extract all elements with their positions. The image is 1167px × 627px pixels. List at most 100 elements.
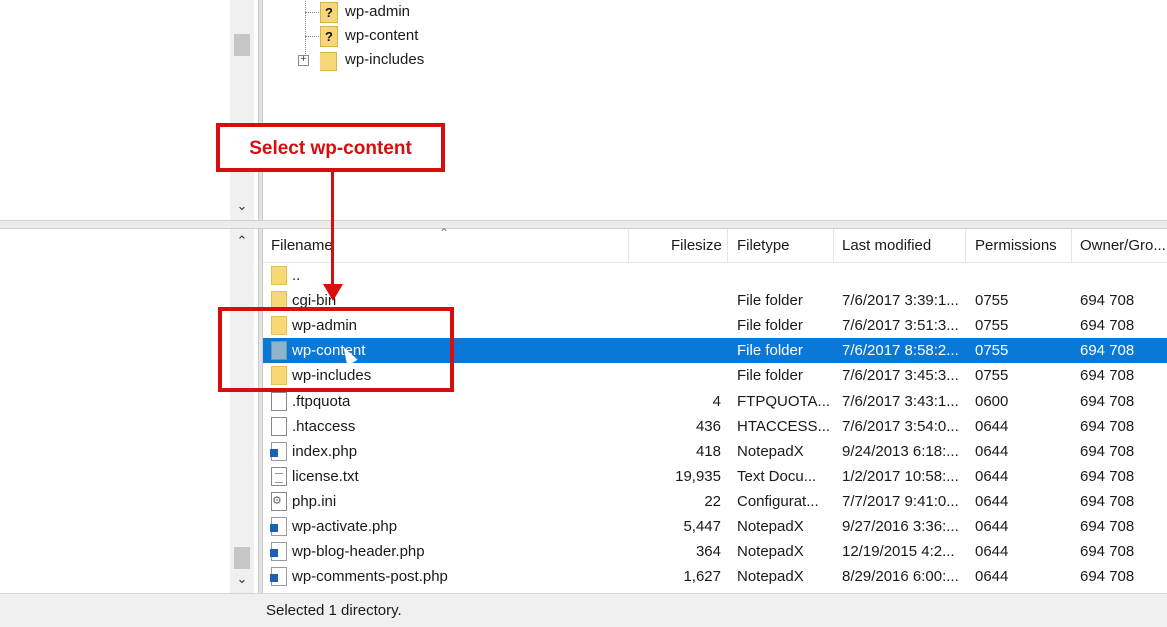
file-owner: 694 708 <box>1080 292 1135 310</box>
horizontal-splitter[interactable] <box>0 220 1167 229</box>
file-owner: 694 708 <box>1080 417 1135 435</box>
file-type: FTPQUOTA... <box>737 392 831 410</box>
scrollbar-thumb[interactable] <box>234 547 250 569</box>
tree-connector <box>305 36 319 37</box>
file-owner: 694 708 <box>1080 518 1135 535</box>
file-permissions: 0600 <box>975 392 1009 410</box>
file-icon <box>271 416 287 436</box>
file-type: NotepadX <box>737 442 804 460</box>
file-name: php.ini <box>292 492 337 510</box>
file-size: 22 <box>704 492 721 510</box>
local-file-list-pane[interactable]: ⌃ ⌄ <box>0 229 258 593</box>
scroll-down-icon[interactable]: ⌄ <box>230 571 254 587</box>
tree-item-wp-includes[interactable]: + wp-includes <box>263 36 563 72</box>
tree-connector <box>305 0 306 12</box>
tree-item-wp-content[interactable]: ? wp-content <box>263 12 563 48</box>
file-permissions: 0644 <box>975 442 1009 460</box>
annotation-highlight-box <box>218 307 454 392</box>
config-file-icon <box>271 491 287 511</box>
file-size: 418 <box>695 442 721 460</box>
unknown-folder-icon: ? <box>320 2 338 23</box>
file-row[interactable]: wp-comments-post.php 1,627 NotepadX 8/29/20… <box>263 564 1167 589</box>
file-row[interactable]: .. <box>263 263 1167 288</box>
file-type: Text Docu... <box>737 467 817 485</box>
file-permissions: 0755 <box>975 292 1009 310</box>
column-separator[interactable] <box>727 229 728 262</box>
file-owner: 694 708 <box>1080 392 1135 410</box>
file-owner: 694 708 <box>1080 492 1135 510</box>
scrollbar-thumb[interactable] <box>234 34 250 56</box>
local-tree-pane[interactable]: ⌄ <box>0 0 258 220</box>
column-filesize[interactable]: Filesize <box>671 237 722 254</box>
file-permissions: 0755 <box>975 342 1009 360</box>
file-owner: 694 708 <box>1080 367 1135 385</box>
scroll-down-icon[interactable]: ⌄ <box>230 198 254 214</box>
php-file-icon <box>270 517 287 536</box>
file-row[interactable]: wp-activate.php 5,447 NotepadX 9/27/2016 3:… <box>263 514 1167 539</box>
file-type: File folder <box>737 292 803 310</box>
column-last-modified[interactable]: Last modified <box>842 237 931 254</box>
file-type: File folder <box>737 342 803 360</box>
file-row[interactable]: wp-blog-header.php 364 NotepadX 12/19/2015 … <box>263 539 1167 564</box>
file-row[interactable]: license.txt 19,935 Text Docu... 1/2/2017 10… <box>263 464 1167 489</box>
file-type: NotepadX <box>737 543 804 561</box>
file-permissions: 0644 <box>975 518 1009 535</box>
file-type: Configurat... <box>737 492 819 510</box>
file-modified: 9/24/2013 6:18:... <box>842 442 959 460</box>
file-row[interactable]: index.php 418 NotepadX 9/24/2013 6:18:... 06… <box>263 439 1167 464</box>
column-permissions[interactable]: Permissions <box>975 237 1057 254</box>
file-permissions: 0644 <box>975 467 1009 485</box>
file-row[interactable]: .ftpquota 4 FTPQUOTA... 7/6/2017 3:43:1... 0… <box>263 389 1167 414</box>
file-permissions: 0755 <box>975 367 1009 385</box>
column-separator[interactable] <box>628 229 629 262</box>
file-type: File folder <box>737 317 803 335</box>
column-separator[interactable] <box>833 229 834 262</box>
file-modified: 8/29/2016 6:00:... <box>842 568 959 586</box>
status-bar: Selected 1 directory. <box>0 593 1167 627</box>
local-tree-scrollbar[interactable]: ⌄ <box>230 0 254 220</box>
file-modified: 7/6/2017 3:43:1... <box>842 392 959 410</box>
column-separator[interactable] <box>965 229 966 262</box>
file-modified: 7/6/2017 3:54:0... <box>842 417 959 435</box>
php-file-icon <box>270 567 287 587</box>
column-filetype[interactable]: Filetype <box>737 237 790 254</box>
file-size: 436 <box>695 417 721 435</box>
file-modified: 1/2/2017 10:58:... <box>842 467 959 485</box>
file-permissions: 0644 <box>975 492 1009 510</box>
file-owner: 694 708 <box>1080 317 1135 335</box>
scroll-up-icon[interactable]: ⌃ <box>230 233 254 249</box>
expand-icon[interactable]: + <box>298 55 309 66</box>
folder-icon <box>320 52 337 71</box>
file-row[interactable]: php.ini 22 Configurat... 7/7/2017 9:41:0...… <box>263 489 1167 514</box>
file-permissions: 0755 <box>975 317 1009 335</box>
file-permissions: 0644 <box>975 417 1009 435</box>
file-modified: 9/27/2016 3:36:... <box>842 518 959 535</box>
text-file-icon <box>271 466 287 486</box>
sort-ascending-icon: ⌃ <box>439 226 450 240</box>
status-text: Selected 1 directory. <box>266 602 402 619</box>
file-size: 19,935 <box>675 467 721 485</box>
local-list-scrollbar[interactable]: ⌃ ⌄ <box>230 229 254 593</box>
file-modified: 7/7/2017 9:41:0... <box>842 492 959 510</box>
tree-item-label: wp-content <box>345 27 419 44</box>
tree-item-label: wp-includes <box>345 51 425 68</box>
column-owner-group[interactable]: Owner/Gro... <box>1080 237 1166 254</box>
column-separator[interactable] <box>1071 229 1072 262</box>
file-owner: 694 708 <box>1080 342 1135 360</box>
file-list-header: ⌃ Filename Filesize Filetype Last modifi… <box>263 226 1167 263</box>
remote-directory-tree: ? wp-admin ? wp-content + wp-includes <box>263 0 1167 220</box>
file-name: .ftpquota <box>292 392 351 410</box>
file-modified: 7/6/2017 8:58:2... <box>842 342 959 360</box>
column-filename[interactable]: Filename <box>271 237 333 254</box>
file-name: .. <box>292 267 301 284</box>
tree-item-wp-admin[interactable]: ? wp-admin <box>263 0 563 24</box>
arrow-down-icon <box>323 284 343 301</box>
file-modified: 12/19/2015 4:2... <box>842 543 955 561</box>
folder-icon <box>271 266 287 285</box>
file-owner: 694 708 <box>1080 442 1135 460</box>
file-owner: 694 708 <box>1080 543 1135 561</box>
file-permissions: 0644 <box>975 543 1009 561</box>
php-file-icon <box>270 542 287 562</box>
file-row[interactable]: .htaccess 436 HTACCESS... 7/6/2017 3:54:0..… <box>263 414 1167 439</box>
remote-file-list[interactable]: ⌃ Filename Filesize Filetype Last modifi… <box>263 226 1167 593</box>
